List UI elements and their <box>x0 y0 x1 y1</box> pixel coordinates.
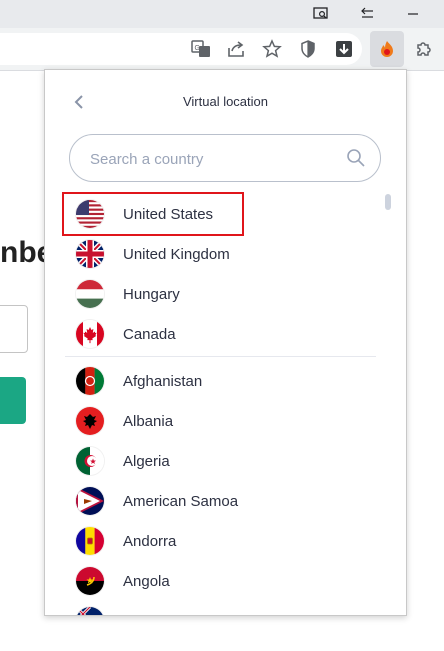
vpn-extension-icon <box>375 37 399 61</box>
afghanistan-flag-icon <box>76 367 104 395</box>
share-icon[interactable] <box>224 37 248 61</box>
anguilla-flag-icon <box>76 607 104 615</box>
country-row-angola[interactable]: Angola <box>65 561 385 601</box>
tab-search-icon[interactable] <box>298 0 344 28</box>
canada-flag-icon <box>76 320 104 348</box>
vpn-extension-button[interactable] <box>370 31 404 67</box>
download-icon[interactable] <box>332 37 356 61</box>
list-divider <box>65 356 376 357</box>
country-label: Hungary <box>123 285 180 303</box>
background-page-button <box>0 377 26 424</box>
popup-title: Virtual location <box>182 94 269 109</box>
browser-toolbar: G <box>0 28 444 71</box>
hungary-flag-icon <box>76 280 104 308</box>
country-row-american-samoa[interactable]: American Samoa <box>65 481 385 521</box>
country-label: American Samoa <box>123 492 239 510</box>
browser-titlebar <box>0 0 444 28</box>
restore-icon[interactable] <box>344 0 390 28</box>
scrollbar-thumb[interactable] <box>385 194 391 210</box>
extensions-puzzle-icon[interactable] <box>412 37 436 61</box>
country-label: United Kingdom <box>123 245 230 263</box>
country-row-partial[interactable] <box>65 601 385 615</box>
minimize-icon[interactable] <box>390 0 436 28</box>
country-label: Afghanistan <box>123 372 203 390</box>
algeria-flag-icon <box>76 447 104 475</box>
search-icon[interactable] <box>346 148 366 168</box>
country-row-afghanistan[interactable]: Afghanistan <box>65 361 385 401</box>
virtual-location-popup: Virtual location United States <box>44 69 407 616</box>
country-label: Canada <box>123 325 176 343</box>
svg-text:G: G <box>195 45 200 52</box>
uk-flag-icon <box>76 240 104 268</box>
country-search <box>69 134 381 182</box>
country-label: Algeria <box>123 452 170 470</box>
bookmark-star-icon[interactable] <box>260 37 284 61</box>
country-row-albania[interactable]: Albania <box>65 401 385 441</box>
highlight-box <box>62 192 244 236</box>
shield-icon[interactable] <box>296 37 320 61</box>
angola-flag-icon <box>76 567 104 595</box>
country-row-andorra[interactable]: Andorra <box>65 521 385 561</box>
country-label: Andorra <box>123 532 177 550</box>
country-row-canada[interactable]: Canada <box>65 314 385 354</box>
country-row-algeria[interactable]: Algeria <box>65 441 385 481</box>
country-row-united-kingdom[interactable]: United Kingdom <box>65 234 385 274</box>
american-samoa-flag-icon <box>76 487 104 515</box>
country-list[interactable]: United States United Kingdom Hungary Can… <box>45 188 385 615</box>
translate-icon[interactable]: G <box>189 37 213 61</box>
country-row-hungary[interactable]: Hungary <box>65 274 385 314</box>
andorra-flag-icon <box>76 527 104 555</box>
albania-flag-icon <box>76 407 104 435</box>
country-search-input[interactable] <box>88 147 342 171</box>
country-label: Angola <box>123 572 170 590</box>
background-page-input <box>0 305 28 353</box>
country-label: Albania <box>123 412 174 430</box>
popup-header: Virtual location <box>45 70 406 132</box>
